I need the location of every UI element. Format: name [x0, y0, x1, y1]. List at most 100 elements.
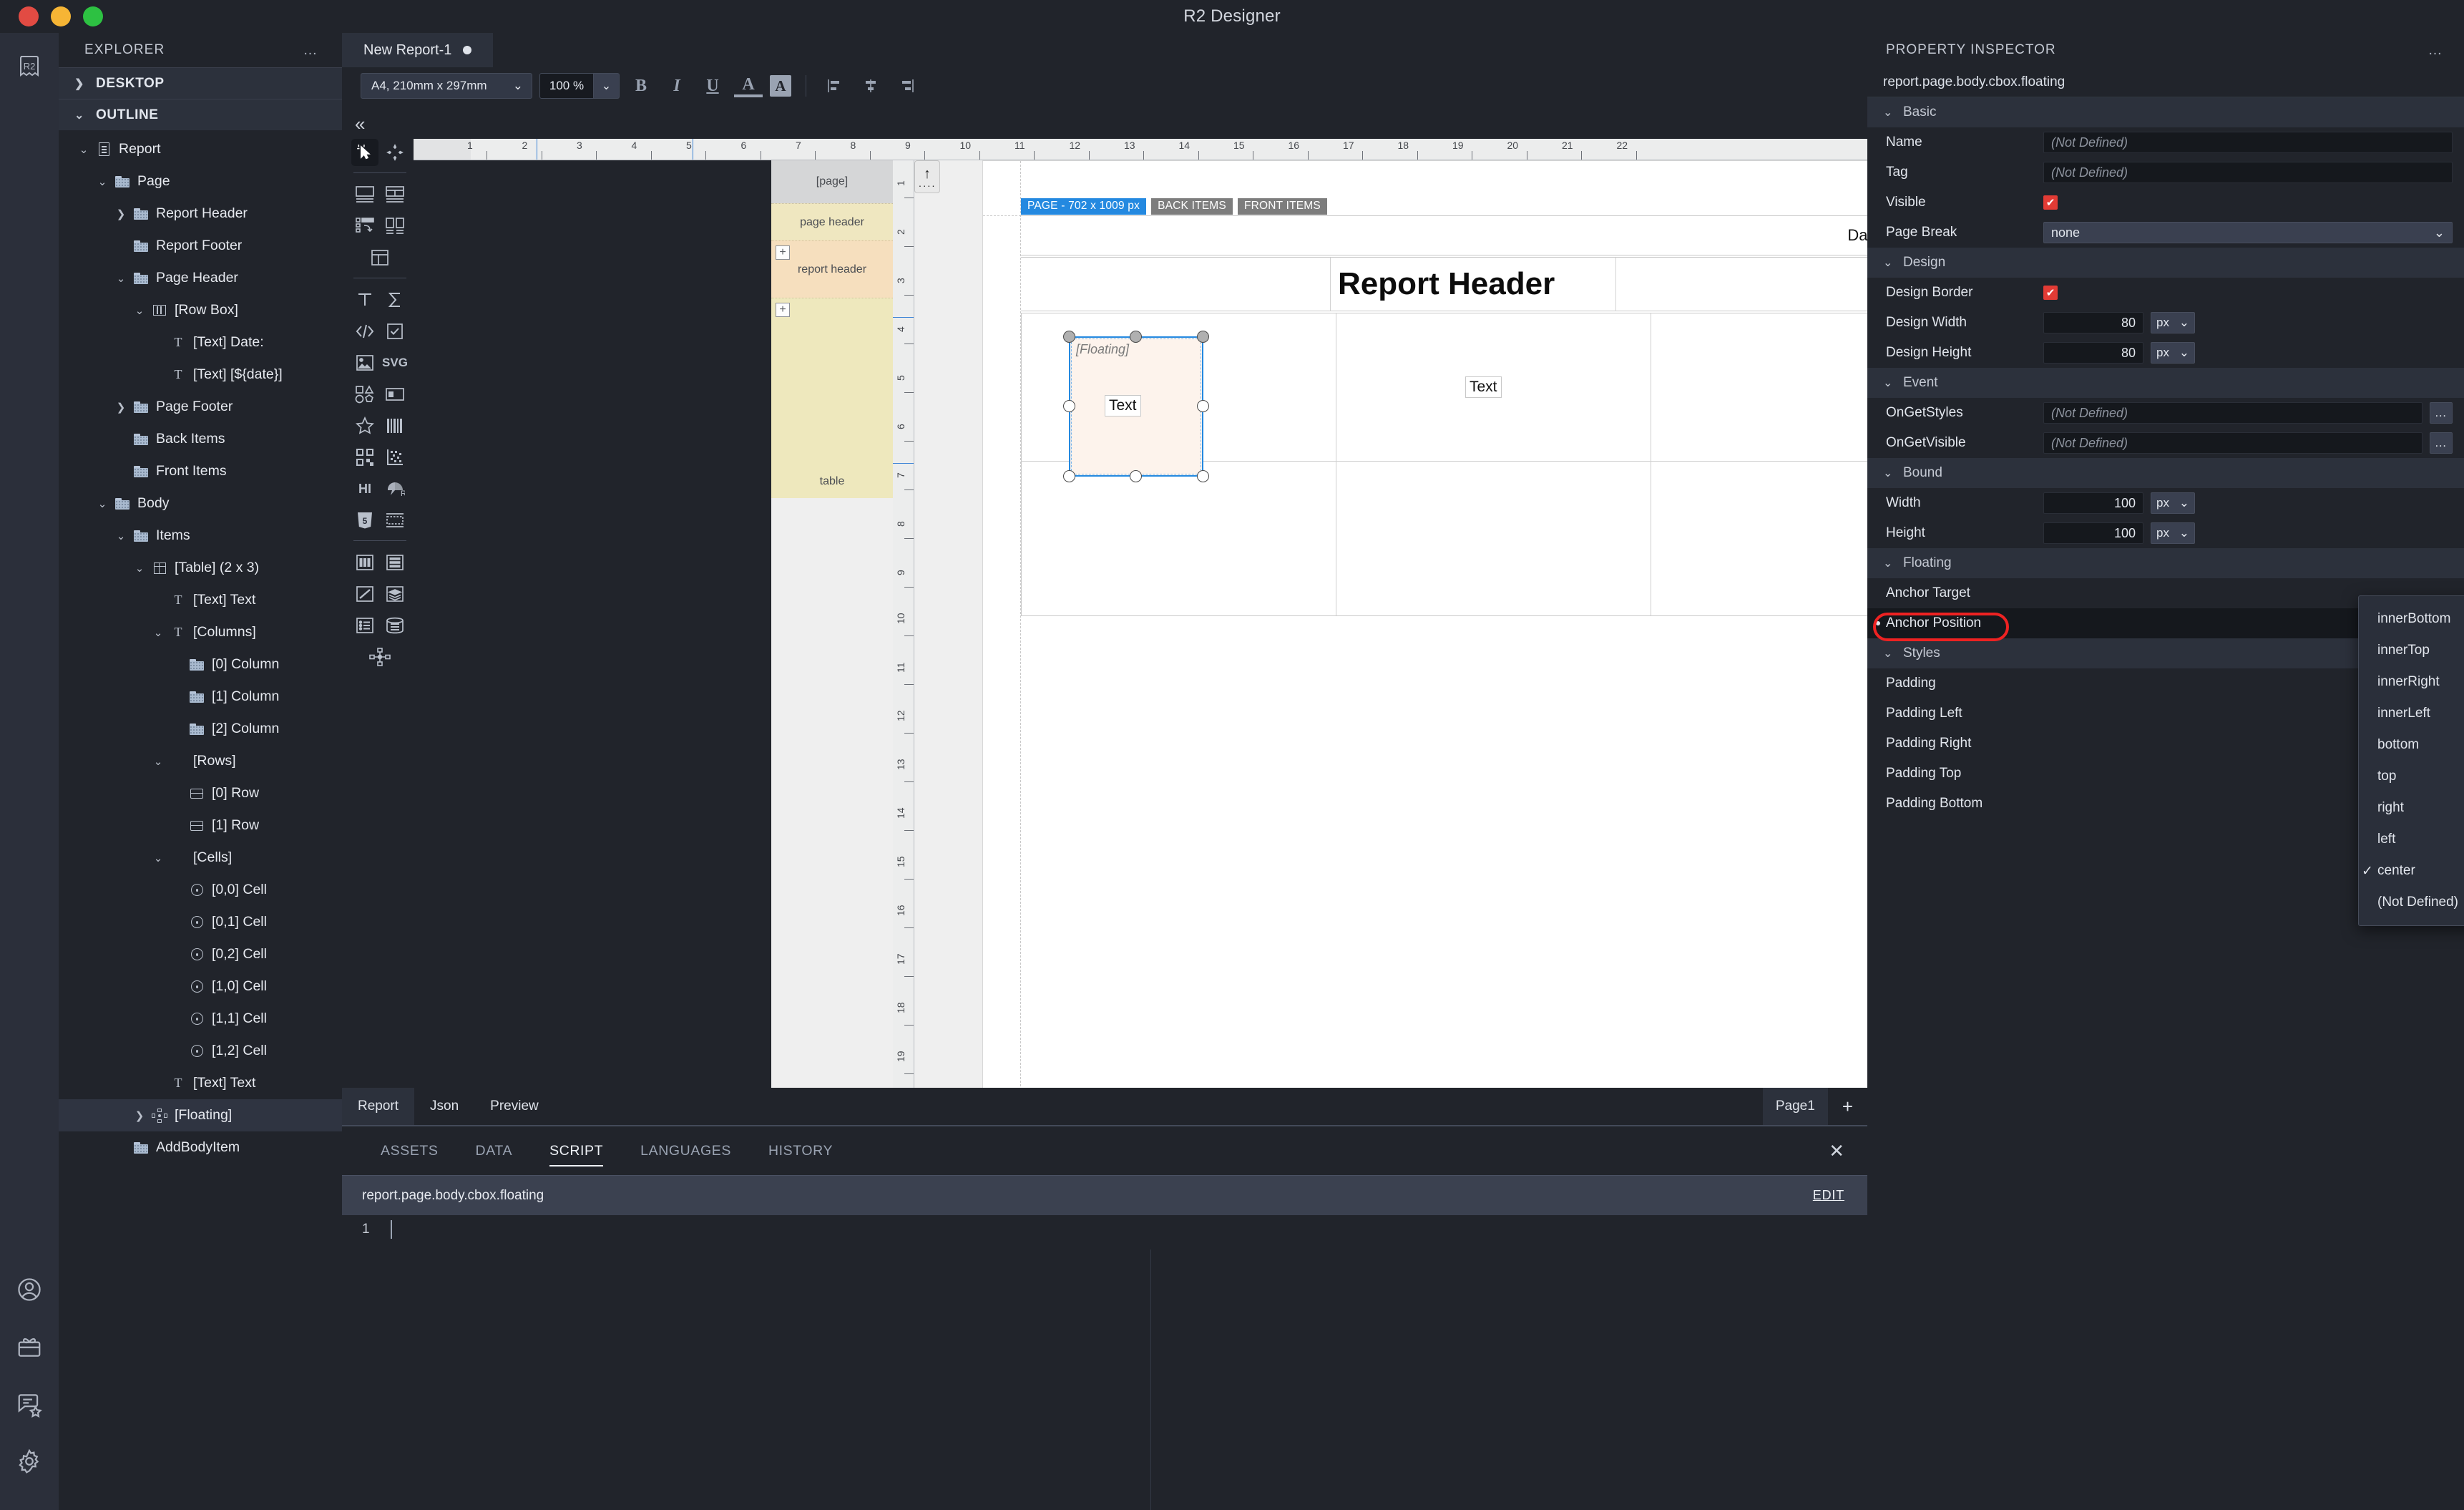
property-group-event[interactable]: ⌄ Event — [1867, 368, 2464, 398]
menu-item-right[interactable]: right — [2359, 792, 2464, 824]
outline-item-back-items[interactable]: Back Items — [59, 423, 342, 455]
underline-button[interactable]: U — [698, 72, 727, 99]
report-header-title[interactable]: Report Header — [1338, 266, 1555, 302]
outline-item-page-header[interactable]: ⌄ Page Header — [59, 262, 342, 294]
property-group-design[interactable]: ⌄ Design — [1867, 248, 2464, 278]
chevron-down-icon[interactable]: ⌄ — [149, 755, 167, 768]
zoom-control[interactable]: 100 % ⌄ — [539, 73, 620, 99]
date-label[interactable]: Date: — [1847, 226, 1867, 245]
outline-item-columns[interactable]: ⌄ T [Columns] — [59, 616, 342, 648]
outline-item-text-date[interactable]: T [Text] [${date}] — [59, 359, 342, 391]
property-row-design-width[interactable]: Design Width 80 px ⌄ — [1867, 308, 2464, 338]
tab-report[interactable]: Report — [342, 1088, 415, 1125]
chevron-down-icon[interactable]: ⌄ — [112, 530, 130, 542]
report-page[interactable]: PAGE - 702 x 1009 px BACK ITEMS FRONT IT… — [982, 160, 1867, 1092]
outline-item-addbodyitem[interactable]: AddBodyItem — [59, 1131, 342, 1164]
highlight-color-button[interactable]: A — [770, 75, 791, 97]
name-input[interactable]: (Not Defined) — [2043, 132, 2453, 153]
tab-preview[interactable]: Preview — [474, 1088, 554, 1125]
ongetstyles-input[interactable]: (Not Defined) — [2043, 402, 2423, 424]
collapse-palette-button[interactable]: « — [355, 113, 365, 135]
qrcode-icon[interactable] — [351, 444, 378, 471]
band-page[interactable]: [page] — [771, 160, 893, 203]
menu-item-center[interactable]: ✓ center — [2359, 855, 2464, 887]
html5-icon[interactable]: 5 — [351, 507, 378, 534]
design-height-input[interactable]: 80 — [2043, 342, 2143, 364]
feedback-icon[interactable] — [0, 1375, 59, 1433]
tab-json[interactable]: Json — [414, 1088, 474, 1125]
sidebar-section-outline[interactable]: ⌄ OUTLINE — [59, 99, 342, 130]
dock-tab-assets[interactable]: ASSETS — [362, 1126, 457, 1175]
chevron-down-icon[interactable]: ⌄ — [74, 143, 93, 156]
tag-input[interactable]: (Not Defined) — [2043, 162, 2453, 183]
page-selector[interactable]: Page1 — [1762, 1088, 1828, 1125]
resize-handle-w[interactable] — [1063, 400, 1075, 412]
code-line[interactable]: 1 — [342, 1215, 1867, 1244]
menu-item-innerright[interactable]: innerRight — [2359, 666, 2464, 698]
line-icon[interactable] — [351, 580, 378, 608]
anchor-position-dropdown-menu[interactable]: innerBottom innerTop innerRight innerLeft bo… — [2358, 595, 2464, 926]
dock-tab-data[interactable]: DATA — [457, 1126, 532, 1175]
italic-button[interactable]: I — [663, 72, 691, 99]
property-row-page-break[interactable]: Page Break none ⌄ — [1867, 218, 2464, 248]
property-row-tag[interactable]: Tag (Not Defined) — [1867, 157, 2464, 187]
band-table[interactable]: + table — [771, 298, 893, 498]
dashed-box-icon[interactable] — [381, 507, 409, 534]
outline-item-0-1-cell[interactable]: [0,1] Cell — [59, 906, 342, 938]
move-up-handle[interactable]: ↑ ···· — [914, 160, 940, 193]
layers-icon[interactable] — [381, 580, 409, 608]
sidebar-section-desktop[interactable]: ❯ DESKTOP — [59, 67, 342, 99]
front-items-badge[interactable]: FRONT ITEMS — [1237, 198, 1327, 215]
outline-item-1-column[interactable]: [1] Column — [59, 681, 342, 713]
database-icon[interactable] — [381, 612, 409, 639]
menu-item-left[interactable]: left — [2359, 824, 2464, 855]
settings-gear-icon[interactable] — [0, 1433, 59, 1490]
design-width-unit-select[interactable]: px ⌄ — [2151, 312, 2195, 333]
outline-item-report-header[interactable]: ❯ Report Header — [59, 198, 342, 230]
page-header-band[interactable]: Date: ${date} — [1021, 215, 1867, 255]
paper-size-select[interactable]: A4, 210mm x 297mm ⌄ — [361, 73, 532, 99]
dock-tab-history[interactable]: HISTORY — [750, 1126, 851, 1175]
account-icon[interactable] — [0, 1261, 59, 1318]
sum-icon[interactable] — [381, 286, 409, 313]
outline-item-page-footer[interactable]: ❯ Page Footer — [59, 391, 342, 423]
column-box-icon[interactable] — [381, 213, 409, 240]
code-icon[interactable] — [351, 318, 378, 345]
resize-handle-nw[interactable] — [1063, 331, 1075, 343]
chevron-right-icon[interactable]: ❯ — [112, 208, 130, 220]
flow-box-icon[interactable] — [351, 213, 378, 240]
outline-item-front-items[interactable]: Front Items — [59, 455, 342, 487]
floating-item[interactable]: [Floating] Text — [1069, 336, 1203, 477]
property-group-bound[interactable]: ⌄ Bound — [1867, 458, 2464, 488]
outline-item-0-0-cell[interactable]: [0,0] Cell — [59, 874, 342, 906]
menu-item-not-defined[interactable]: (Not Defined) — [2359, 887, 2464, 918]
text-icon[interactable] — [351, 286, 378, 313]
outline-item-0-column[interactable]: [0] Column — [59, 648, 342, 681]
align-center-icon[interactable] — [856, 72, 885, 99]
chevron-right-icon[interactable]: ❯ — [112, 401, 130, 414]
r-chart-icon[interactable]: R — [381, 475, 409, 502]
outline-item-1-2-cell[interactable]: [1,2] Cell — [59, 1035, 342, 1067]
chevron-down-icon[interactable]: ⌄ — [130, 304, 149, 317]
chevron-down-icon[interactable]: ⌄ — [93, 175, 112, 188]
height-unit-select[interactable]: px ⌄ — [2151, 522, 2195, 544]
outline-item-0-row[interactable]: [0] Row — [59, 777, 342, 809]
list-rows-icon[interactable] — [381, 549, 409, 576]
outline-item-1-row[interactable]: [1] Row — [59, 809, 342, 842]
add-page-button[interactable]: + — [1828, 1088, 1867, 1125]
band-box-icon[interactable] — [351, 181, 378, 208]
star-icon[interactable] — [351, 412, 378, 439]
align-right-icon[interactable] — [892, 72, 921, 99]
resize-handle-n[interactable] — [1130, 331, 1142, 343]
pointer-tool-icon[interactable] — [351, 139, 378, 166]
property-row-ongetstyles[interactable]: OnGetStyles (Not Defined)… — [1867, 398, 2464, 428]
outline-item-items[interactable]: ⌄ Items — [59, 520, 342, 552]
outline-item-report-footer[interactable]: Report Footer — [59, 230, 342, 262]
expand-band-icon[interactable]: + — [776, 245, 790, 260]
zoom-value[interactable]: 100 % — [539, 73, 594, 99]
property-inspector-more-icon[interactable]: … — [2428, 42, 2445, 59]
property-row-visible[interactable]: Visible ✔ — [1867, 187, 2464, 218]
image-icon[interactable] — [351, 349, 378, 376]
checkbox-icon[interactable] — [381, 318, 409, 345]
outline-item-body[interactable]: ⌄ Body — [59, 487, 342, 520]
